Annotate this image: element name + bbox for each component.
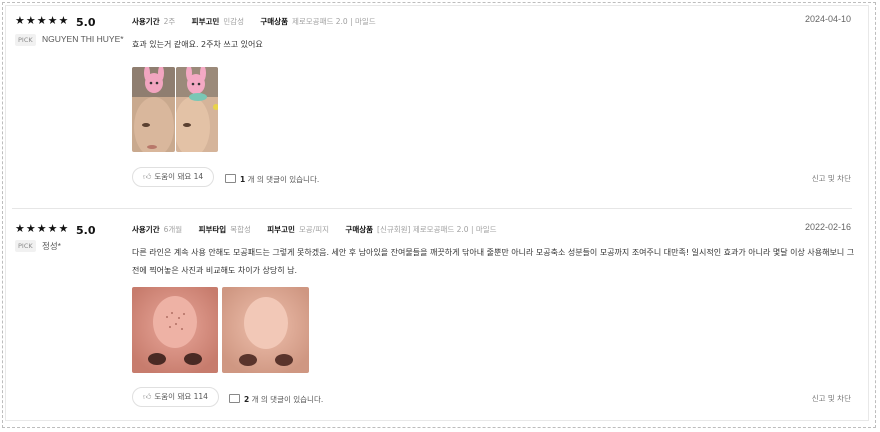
thumbs-up-icon: 👍︎ [143, 172, 152, 181]
meta-value: [신규회원] 제로모공패드 2.0 | 마일드 [377, 225, 497, 234]
comment-icon [229, 394, 240, 403]
meta-value: 2주 [163, 17, 176, 26]
helpful-label: 도움이 돼요 14 [154, 172, 204, 181]
meta-key: 피부고민 [191, 17, 220, 26]
review-meta: 사용기간 6개월 피부타입 복합성 피부고민 모공/피지 구매상품 [신규회원] 제로모… [132, 224, 511, 235]
meta-value: 모공/피지 [298, 225, 330, 234]
review-date: 2024-04-10 [804, 14, 851, 24]
comments-suffix: 개 의 댓글이 있습니다. [251, 395, 324, 404]
report-block-link[interactable]: 신고 및 차단 [812, 393, 851, 404]
review-author: NGUYEN THI HUYE* [42, 34, 124, 44]
pick-badge: PICK [15, 240, 36, 252]
comments-link[interactable]: 1 개 의 댓글이 있습니다. [225, 173, 319, 185]
review-item: ★★★★★ 5.0 PICK NGUYEN THI HUYE* 2024-04-… [0, 0, 880, 208]
report-block-link[interactable]: 신고 및 차단 [812, 173, 851, 184]
thumbs-up-icon: 👍︎ [143, 392, 152, 401]
meta-key: 피부고민 [267, 225, 295, 234]
comments-count: 1 [240, 175, 246, 184]
pick-badge: PICK [15, 34, 36, 46]
meta-key: 사용기간 [132, 225, 160, 234]
helpful-button[interactable]: 👍︎ 도움이 돼요 14 [132, 167, 215, 187]
review-text: 다른 라인은 계속 사용 안해도 모공패드는 그렇게 못하겠음. 세안 후 남아… [132, 248, 855, 275]
rating-score: 5.0 [76, 16, 96, 29]
meta-value: 6개월 [163, 225, 183, 234]
review-meta: 사용기간 2주 피부고민 민감성 구매상품 제로모공패드 2.0 | 마일드 [132, 16, 390, 27]
comments-suffix: 개 의 댓글이 있습니다. [247, 175, 320, 184]
comments-count: 2 [244, 395, 250, 404]
review-photo[interactable] [132, 287, 218, 373]
review-date: 2022-02-16 [804, 222, 851, 232]
rating-score: 5.0 [76, 224, 96, 237]
review-text: 효과 있는거 같애요. 2주차 쓰고 있어요 [132, 40, 263, 49]
meta-key: 구매상품 [345, 225, 374, 234]
review-item: ★★★★★ 5.0 PICK 정성* 2022-02-16 사용기간 6개월 피부… [0, 209, 880, 419]
review-photo[interactable] [132, 67, 175, 152]
meta-key: 피부타입 [198, 225, 227, 234]
review-photo[interactable] [222, 287, 309, 373]
star-rating-icon: ★★★★★ [15, 222, 70, 235]
helpful-button[interactable]: 👍︎ 도움이 돼요 114 [132, 387, 219, 407]
review-author: 정성* [42, 241, 61, 251]
comment-icon [225, 174, 236, 183]
helpful-label: 도움이 돼요 114 [154, 392, 208, 401]
comments-link[interactable]: 2 개 의 댓글이 있습니다. [229, 393, 323, 405]
meta-value: 복합성 [230, 225, 251, 234]
review-photo[interactable] [176, 67, 218, 152]
meta-key: 사용기간 [132, 17, 160, 26]
meta-value: 민감성 [223, 17, 244, 26]
meta-key: 구매상품 [260, 17, 288, 26]
star-rating-icon: ★★★★★ [15, 14, 70, 27]
meta-value: 제로모공패드 2.0 | 마일드 [291, 17, 376, 26]
